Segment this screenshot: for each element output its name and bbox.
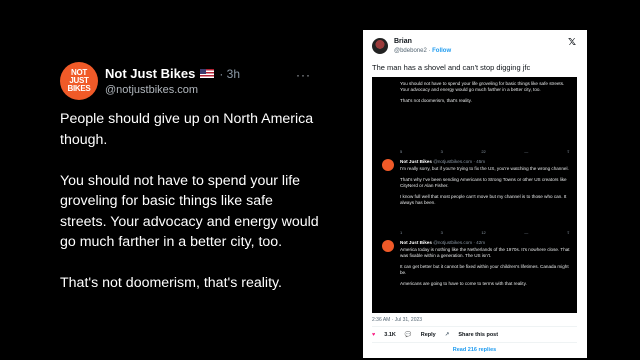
post-paragraph: People should give up on North America t… bbox=[60, 111, 314, 148]
tweet-text: The man has a shovel and can't stop digg… bbox=[372, 63, 531, 72]
heart-icon: ♥ bbox=[372, 332, 376, 338]
quoted-paragraph: You should not have to spend your life g… bbox=[400, 81, 565, 92]
quoted-paragraph: That's not doomerism, that's reality. bbox=[400, 98, 472, 103]
repost-count: 3 bbox=[440, 149, 443, 154]
reply-text: I'm really sorry, but if you're trying t… bbox=[400, 166, 570, 211]
embedded-tweet-screenshot: Brian @bdebone2 · Follow 𝕏 The man has a… bbox=[363, 30, 587, 358]
reply-label: Reply bbox=[420, 332, 436, 338]
share-icon: ↗ bbox=[444, 332, 450, 338]
quoted-thread-image: You should not have to spend your life g… bbox=[372, 77, 577, 313]
reply-metrics: 1 3 12 — ⇪ bbox=[400, 230, 570, 235]
share-label: Share this post bbox=[458, 332, 499, 338]
action-bar: ♥ 3.1K 💬 Reply ↗ Share this post bbox=[372, 332, 498, 338]
author-name: Not Just Bikes bbox=[400, 159, 432, 164]
author-name[interactable]: Not Just Bikes bbox=[105, 66, 195, 81]
author-name: Not Just Bikes bbox=[400, 240, 432, 245]
quoted-post-metrics: 5 3 22 — ⇪ bbox=[400, 149, 570, 154]
x-logo-icon: 𝕏 bbox=[568, 37, 577, 48]
author-handle-row: @bdebone2 · Follow bbox=[394, 48, 452, 54]
reply-paragraph: It can get better but it cannot be fixed… bbox=[400, 264, 569, 275]
avatar bbox=[382, 159, 394, 171]
divider bbox=[372, 326, 577, 327]
avatar bbox=[382, 240, 394, 252]
avatar bbox=[372, 38, 388, 54]
like-count: 12 bbox=[481, 230, 486, 235]
reply-paragraph: That's why I've been sending Americans t… bbox=[400, 177, 567, 188]
post-text: People should give up on North America t… bbox=[60, 109, 320, 314]
author-handle[interactable]: @notjustbikes.com bbox=[105, 84, 198, 96]
reply-paragraph: America today is nothing like the Nether… bbox=[400, 247, 570, 258]
reply-paragraph: I'm really sorry, but if you're trying t… bbox=[400, 166, 569, 171]
author-handle: @notjustbikes.com · 45m bbox=[433, 159, 486, 164]
bookmark-icon: — bbox=[524, 149, 529, 154]
reply-paragraph: Americans are going to have to come to t… bbox=[400, 281, 527, 286]
avatar[interactable]: NOT JUST BIKES bbox=[60, 62, 98, 100]
reply-text: America today is nothing like the Nether… bbox=[400, 247, 570, 292]
author-handle: @notjustbikes.com · 42m bbox=[433, 240, 486, 245]
reply-header: Not Just Bikes @notjustbikes.com · 45m bbox=[400, 159, 485, 164]
post-paragraph: You should not have to spend your life g… bbox=[60, 172, 319, 251]
share-icon: ⇪ bbox=[566, 149, 570, 154]
post-timestamp: 2:36 AM · Jul 31, 2023 bbox=[372, 317, 423, 323]
divider bbox=[372, 342, 577, 343]
reply-count: 1 bbox=[400, 230, 403, 235]
quoted-post-text: You should not have to spend your life g… bbox=[400, 81, 570, 109]
read-replies-link: Read 216 replies bbox=[452, 347, 497, 353]
post-time[interactable]: · 3h bbox=[219, 67, 240, 81]
follow-link: Follow bbox=[432, 48, 452, 54]
author-row: Not Just Bikes · 3h bbox=[105, 66, 240, 81]
bookmark-icon: — bbox=[524, 230, 529, 235]
like-count: 22 bbox=[481, 149, 486, 154]
avatar-logo-text: NOT JUST BIKES bbox=[67, 68, 91, 93]
post-paragraph: That's not doomerism, that's reality. bbox=[60, 275, 282, 291]
reply-icon: 💬 bbox=[404, 332, 412, 338]
like-count: 3.1K bbox=[384, 332, 396, 338]
more-options-icon[interactable]: ··· bbox=[296, 68, 311, 82]
share-icon: ⇪ bbox=[566, 230, 570, 235]
repost-count: 3 bbox=[440, 230, 443, 235]
author-handle: @bdebone2 bbox=[394, 48, 427, 54]
us-flag-icon bbox=[200, 69, 215, 78]
reply-paragraph: I know full well that most people can't … bbox=[400, 194, 567, 205]
author-name: Brian bbox=[394, 38, 412, 45]
reply-count: 5 bbox=[400, 149, 403, 154]
reply-header: Not Just Bikes @notjustbikes.com · 42m bbox=[400, 240, 485, 245]
